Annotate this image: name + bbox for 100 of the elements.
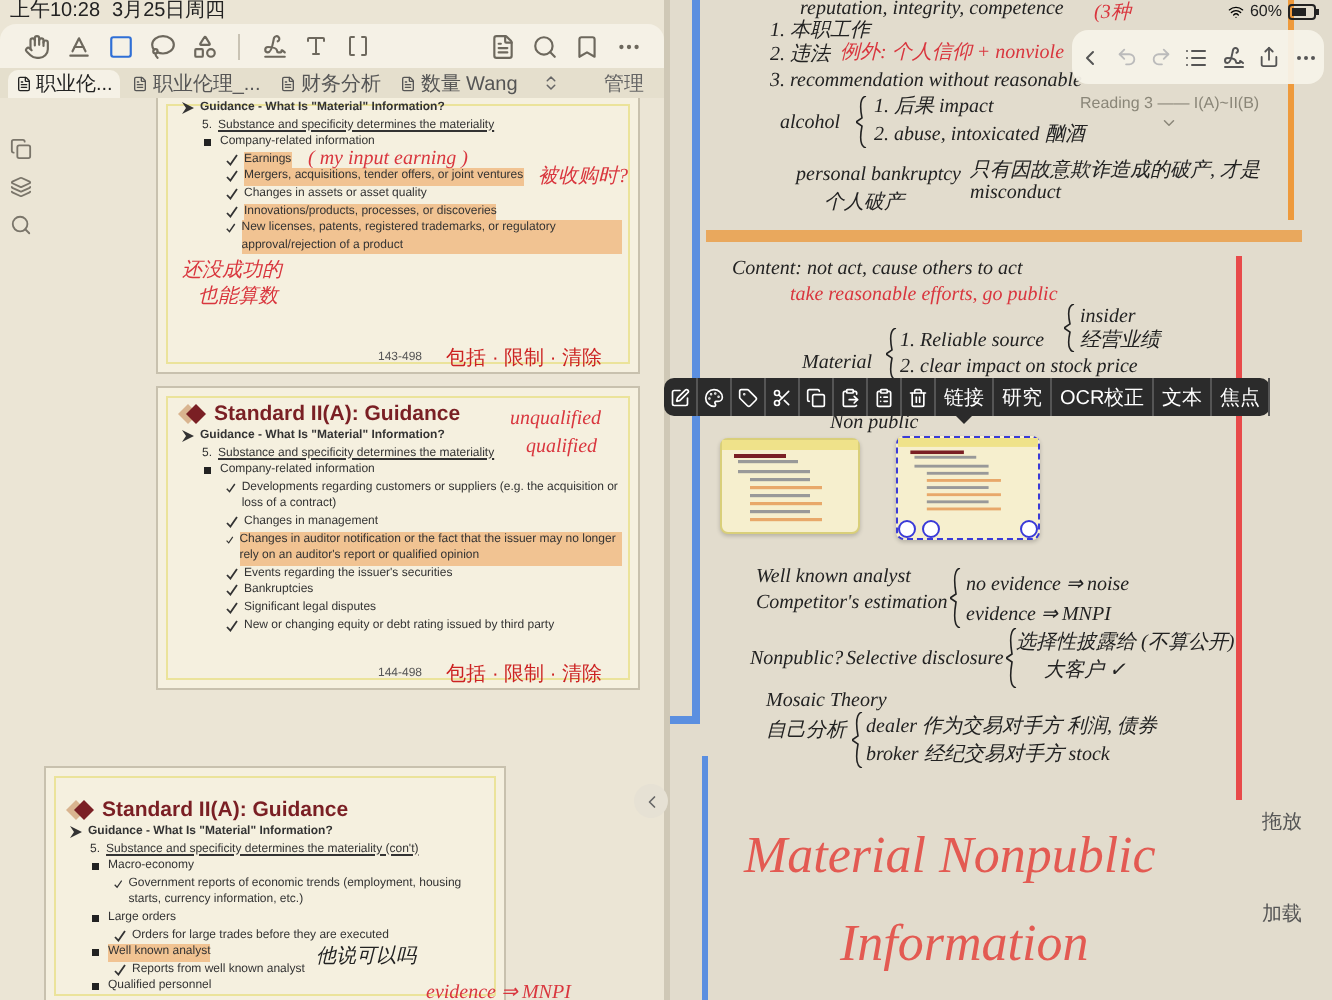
handwritten-note: 自己分析	[766, 720, 846, 742]
share-icon[interactable]	[1258, 46, 1281, 68]
brace-mark	[856, 96, 868, 148]
handwritten-note: 被收购时?	[538, 163, 628, 190]
handwritten-note: 只有因故意欺诈造成的破产, 才是misconduct	[970, 160, 1262, 204]
lasso-icon[interactable]	[149, 33, 175, 59]
pen-icon[interactable]	[261, 33, 287, 59]
page-title: Standard II(A): Guidance	[102, 798, 349, 822]
handwritten-note: reputation, integrity, competence	[800, 0, 1064, 20]
sort-icon[interactable]	[541, 74, 560, 92]
handwritten-note: Selective disclosure	[846, 648, 1004, 670]
handwritten-note: 2. clear impact on stock price	[900, 356, 1138, 378]
handwritten-heading: Material Nonpublic	[744, 828, 1156, 886]
diamond-icon	[178, 404, 206, 424]
handwritten-note: personal bankruptcy	[796, 164, 961, 186]
text-underline-icon[interactable]	[65, 33, 91, 59]
document-tab[interactable]: 职业伦...	[8, 70, 121, 98]
handwritten-note: ( my input earning )	[308, 148, 468, 170]
handle-icon[interactable]	[1020, 520, 1038, 538]
wifi-icon	[1227, 4, 1244, 20]
handwritten-note: 3. recommendation without reasonable	[770, 70, 1082, 92]
battery-percent: 60%	[1249, 0, 1282, 24]
handwritten-note: no evidence ⇒ noise	[966, 574, 1130, 596]
handwritten-note: unqualified	[510, 408, 602, 430]
document-tab[interactable]: 数量 Wang	[392, 70, 526, 98]
bullet-icon	[90, 978, 102, 995]
action-button[interactable]: 焦点	[1212, 378, 1271, 416]
handwritten-note: Mosaic Theory	[766, 690, 887, 712]
handwritten-note: 大客户 ✓	[1044, 660, 1125, 682]
diamond-icon	[66, 800, 94, 820]
handwritten-note: 1. Reliable source	[900, 330, 1045, 352]
pages-icon[interactable]	[10, 138, 32, 160]
status-date: 3月25日周四	[112, 0, 226, 24]
document-tab[interactable]: 职业伦理_...	[124, 70, 269, 98]
handwritten-note: (3种	[1094, 2, 1131, 24]
brace-mark	[852, 712, 864, 768]
side-button[interactable]: 加载	[1262, 900, 1302, 928]
document-icon	[16, 76, 32, 92]
layers-icon[interactable]	[10, 176, 32, 198]
brace-mark	[1064, 304, 1076, 352]
handwritten-note: 也能算数	[198, 283, 278, 310]
document-icon[interactable]	[489, 33, 515, 59]
shapes-icon[interactable]	[191, 33, 217, 59]
manage-button[interactable]: 管理	[604, 69, 656, 97]
bullet-icon	[90, 909, 102, 926]
page-title: Standard II(A): Guidance	[214, 402, 461, 426]
brace-mark	[1006, 628, 1018, 688]
handwritten-note: Content: not act, cause others to act	[732, 258, 1023, 280]
action-button[interactable]: 研究	[994, 378, 1052, 416]
handwritten-note: alcohol	[780, 112, 840, 134]
handwritten-note: Nonpublic?	[750, 648, 844, 670]
handwritten-note: dealer 作为交易对手方 利润, 债券	[866, 716, 1158, 738]
bullet-icon	[90, 944, 102, 961]
handwritten-note: take reasonable efforts, go public	[790, 284, 1058, 306]
brackets-icon[interactable]	[346, 34, 370, 58]
bullet-icon	[202, 462, 214, 479]
handwritten-note: 1. 后果 impact	[874, 96, 994, 118]
handwritten-note: insider	[1080, 306, 1136, 328]
brace-mark	[950, 568, 962, 628]
handwritten-note: Material	[802, 352, 872, 374]
document-tab[interactable]: 财务分析	[272, 70, 389, 98]
document-icon	[400, 76, 417, 92]
handwritten-note: 1. 本职工作	[770, 20, 870, 42]
handwritten-note: 他说可以吗	[316, 943, 416, 970]
footer-note: 包括 · 限制 · 清除	[446, 661, 602, 688]
handwritten-note: 2. abuse, intoxicated 酗酒	[874, 124, 1085, 146]
handwritten-note: evidence ⇒ MNPI	[426, 980, 571, 1000]
handwritten-note: qualified	[526, 436, 598, 458]
hand-icon[interactable]	[23, 33, 49, 59]
pen-icon[interactable]	[1221, 45, 1246, 69]
document-icon	[280, 76, 297, 92]
search-icon[interactable]	[531, 33, 557, 59]
action-button[interactable]: 链接	[936, 378, 994, 416]
action-button[interactable]: OCR校正	[1052, 378, 1155, 416]
handwritten-note: 例外: 个人信仰 + nonviole	[840, 42, 1065, 64]
note-card[interactable]	[896, 436, 1040, 540]
handwritten-note: 选择性披露给 (不算公开)	[1016, 632, 1235, 654]
handwritten-note: 个人破产	[824, 192, 904, 214]
chevron-down-icon[interactable]	[1160, 114, 1178, 132]
handwritten-note: broker 经纪交易对手方 stock	[866, 744, 1110, 766]
text-box-icon[interactable]	[304, 34, 328, 58]
search-icon[interactable]	[10, 214, 32, 236]
rectangle-icon[interactable]	[107, 33, 133, 59]
handwritten-note: Well known analyst	[756, 566, 911, 588]
footer-note: 包括 · 限制 · 清除	[446, 345, 602, 372]
bullet-icon	[90, 858, 102, 875]
side-button[interactable]: 拖放	[1262, 808, 1302, 836]
bullet-icon	[202, 134, 214, 151]
battery-icon	[1288, 4, 1320, 20]
arrowhead-icon	[182, 428, 194, 444]
handwritten-note: 经营业绩	[1080, 330, 1160, 352]
arrowhead-icon	[70, 824, 82, 840]
handwritten-note: evidence ⇒ MNPI	[966, 604, 1111, 626]
arrowhead-icon	[182, 100, 194, 116]
document-icon	[132, 76, 149, 92]
action-button[interactable]: 文本	[1154, 378, 1213, 416]
bookmark-icon[interactable]	[573, 33, 599, 59]
handwritten-note: 还没成功的	[182, 257, 282, 284]
handwritten-note: Competitor's estimation	[756, 592, 948, 614]
handwritten-note: 2. 违法	[770, 44, 830, 66]
